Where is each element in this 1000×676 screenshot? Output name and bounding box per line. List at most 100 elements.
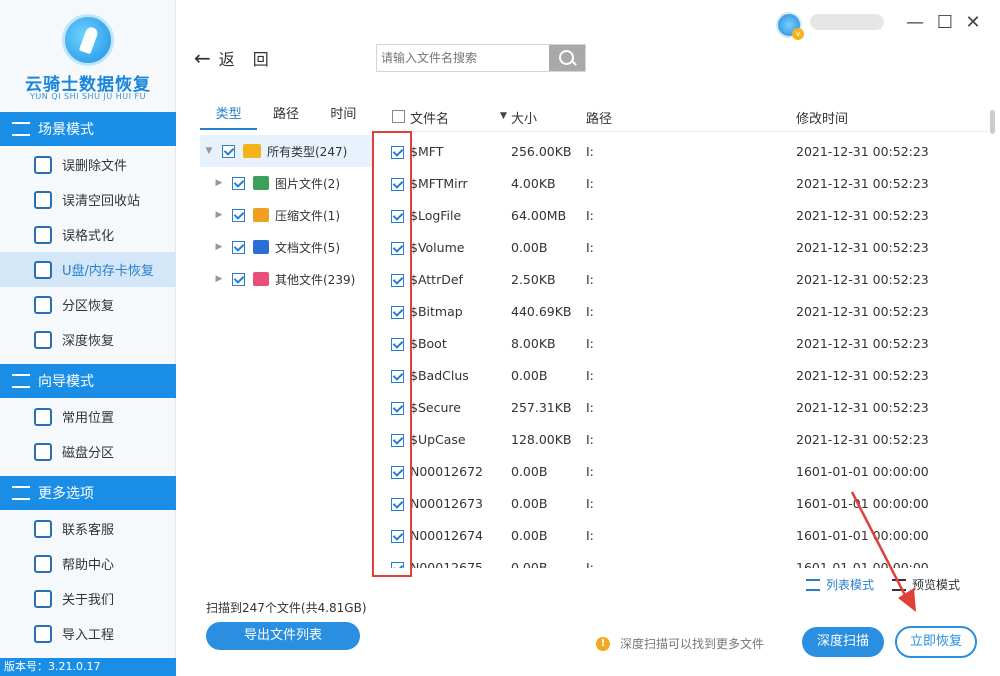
sidebar-item[interactable]: 导入工程 — [0, 616, 176, 651]
tree-checkbox[interactable] — [232, 240, 245, 254]
file-row[interactable]: $MFTMirr 4.00KB I: 2021-12-31 00:52:23 — [380, 168, 988, 200]
tree-checkbox[interactable] — [232, 208, 245, 222]
image-file-icon — [253, 176, 269, 190]
sidebar-item[interactable]: 联系客服 — [0, 511, 176, 546]
file-size: 128.00KB — [511, 432, 572, 447]
file-size: 256.00KB — [511, 144, 572, 159]
sidebar-section-title: 更多选项 — [38, 486, 94, 502]
deep-scan-button[interactable]: 深度扫描 — [802, 627, 884, 657]
file-row[interactable]: N00012672 0.00B I: 1601-01-01 00:00:00 — [380, 456, 988, 488]
file-path: I: — [586, 496, 594, 511]
file-name: N00012672 — [410, 464, 483, 479]
sidebar-item[interactable]: 分区恢复 — [0, 287, 176, 322]
expand-right-icon[interactable]: ▶ — [212, 274, 226, 284]
expand-right-icon[interactable]: ▶ — [212, 178, 226, 188]
tree-item[interactable]: ▶ 压缩文件(1) — [200, 199, 372, 231]
file-size: 0.00B — [511, 560, 548, 568]
list-mode-button[interactable]: 列表模式 — [806, 576, 874, 593]
file-row[interactable]: $AttrDef 2.50KB I: 2021-12-31 00:52:23 — [380, 264, 988, 296]
sort-desc-icon[interactable]: ▼ — [500, 111, 507, 121]
column-size[interactable]: 大小 — [511, 108, 537, 127]
username-blurred — [810, 14, 884, 30]
sidebar-item-label: 误删除文件 — [62, 159, 128, 174]
column-modified[interactable]: 修改时间 — [796, 108, 848, 127]
file-size: 257.31KB — [511, 400, 572, 415]
sidebar-item[interactable]: 帮助中心 — [0, 546, 176, 581]
sidebar-item[interactable]: 误格式化 — [0, 217, 176, 252]
file-path: I: — [586, 432, 594, 447]
file-size: 0.00B — [511, 240, 548, 255]
file-name: N00012674 — [410, 528, 483, 543]
search-input[interactable] — [377, 45, 549, 71]
tree-item[interactable]: ▶ 文档文件(5) — [200, 231, 372, 263]
info-icon — [34, 589, 52, 608]
recycle-bin-icon — [34, 190, 52, 209]
sidebar-item[interactable]: 常用位置 — [0, 399, 176, 434]
column-name[interactable]: 文件名 — [410, 108, 449, 127]
sidebar-section-header: 场景模式 — [0, 112, 176, 146]
file-row[interactable]: $Boot 8.00KB I: 2021-12-31 00:52:23 — [380, 328, 988, 360]
tree-item[interactable]: ▶ 其他文件(239) — [200, 263, 372, 295]
scene-icon — [12, 122, 30, 136]
menu-icon — [12, 486, 30, 500]
select-all-checkbox[interactable] — [392, 110, 405, 123]
tree-tab[interactable]: 类型 — [200, 100, 258, 130]
file-path: I: — [586, 240, 594, 255]
column-path[interactable]: 路径 — [586, 108, 612, 127]
tree-checkbox[interactable] — [232, 176, 245, 190]
highlight-box — [372, 131, 412, 577]
version-label: 版本号：3.21.0.17 — [0, 658, 176, 676]
file-row[interactable]: $Secure 257.31KB I: 2021-12-31 00:52:23 — [380, 392, 988, 424]
list-mode-label: 列表模式 — [826, 578, 875, 592]
file-row[interactable]: $Volume 0.00B I: 2021-12-31 00:52:23 — [380, 232, 988, 264]
sidebar-item-label: 分区恢复 — [62, 299, 115, 314]
file-row[interactable]: N00012673 0.00B I: 1601-01-01 00:00:00 — [380, 488, 988, 520]
file-size: 2.50KB — [511, 272, 556, 287]
sidebar-item[interactable]: 深度恢复 — [0, 322, 176, 357]
search-button[interactable] — [549, 45, 585, 71]
tree-tab[interactable]: 路径 — [257, 100, 314, 130]
file-row[interactable]: $UpCase 128.00KB I: 2021-12-31 00:52:23 — [380, 424, 988, 456]
tree-checkbox[interactable] — [222, 144, 235, 158]
maximize-button[interactable]: ☐ — [936, 14, 954, 32]
file-row[interactable]: $MFT 256.00KB I: 2021-12-31 00:52:23 — [380, 136, 988, 168]
file-row[interactable]: $BadClus 0.00B I: 2021-12-31 00:52:23 — [380, 360, 988, 392]
grid-view-icon — [892, 578, 907, 591]
sidebar-item[interactable]: 磁盘分区 — [0, 434, 176, 469]
file-row[interactable]: N00012675 0.00B I: 1601-01-01 00:00:00 — [380, 552, 988, 568]
sidebar-item-label: 深度恢复 — [62, 334, 115, 349]
sidebar-item-label: 帮助中心 — [62, 558, 115, 573]
file-row[interactable]: $Bitmap 440.69KB I: 2021-12-31 00:52:23 — [380, 296, 988, 328]
sidebar-item[interactable]: 关于我们 — [0, 581, 176, 616]
sidebar-item[interactable]: U盘/内存卡恢复 — [0, 252, 176, 287]
tree-item[interactable]: ▼ 所有类型(247) — [200, 135, 372, 167]
minimize-button[interactable]: — — [906, 14, 924, 32]
sidebar-item-label: 关于我们 — [62, 593, 115, 608]
recover-now-button[interactable]: 立即恢复 — [895, 626, 977, 658]
file-row[interactable]: $LogFile 64.00MB I: 2021-12-31 00:52:23 — [380, 200, 988, 232]
sidebar-item[interactable]: 误删除文件 — [0, 147, 176, 182]
tree-checkbox[interactable] — [232, 272, 245, 286]
tree-item[interactable]: ▶ 图片文件(2) — [200, 167, 372, 199]
close-button[interactable]: ✕ — [964, 14, 982, 32]
user-avatar[interactable]: v — [776, 12, 804, 40]
sidebar-item[interactable]: 误清空回收站 — [0, 182, 176, 217]
file-name: N00012673 — [410, 496, 483, 511]
tree-tab[interactable]: 时间 — [315, 100, 372, 130]
export-list-button[interactable]: 导出文件列表 — [206, 622, 360, 650]
expand-right-icon[interactable]: ▶ — [212, 242, 226, 252]
sidebar: 云骑士数据恢复 YUN QI SHI SHU JU HUI FU 场景模式 误删除… — [0, 0, 176, 676]
back-button[interactable]: ← 返回 — [194, 46, 287, 70]
file-modified: 2021-12-31 00:52:23 — [796, 368, 929, 383]
file-path: I: — [586, 528, 594, 543]
expand-down-icon[interactable]: ▼ — [202, 146, 216, 156]
file-row[interactable]: N00012674 0.00B I: 1601-01-01 00:00:00 — [380, 520, 988, 552]
expand-right-icon[interactable]: ▶ — [212, 210, 226, 220]
file-size: 4.00KB — [511, 176, 556, 191]
sidebar-section-title: 场景模式 — [38, 122, 94, 138]
file-name: $MFTMirr — [410, 176, 468, 191]
sidebar-item-label: 联系客服 — [62, 523, 115, 538]
file-list: $MFT 256.00KB I: 2021-12-31 00:52:23 $MFTMir… — [380, 132, 988, 568]
preview-mode-button[interactable]: 预览模式 — [892, 576, 960, 593]
list-scrollbar[interactable] — [990, 110, 995, 134]
